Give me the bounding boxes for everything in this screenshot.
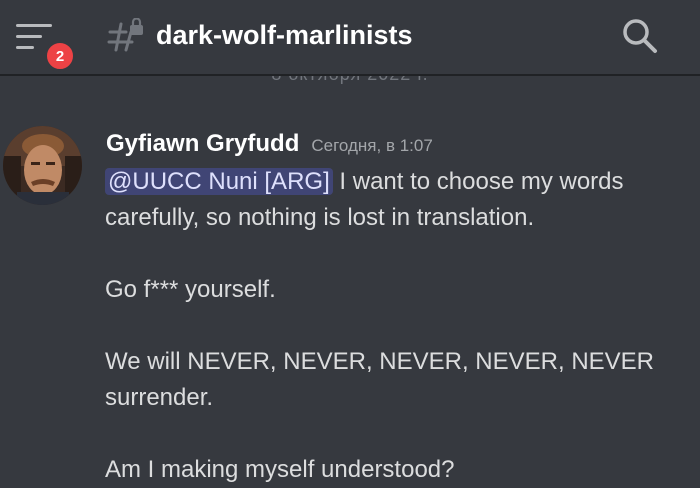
message-line-2: Go f*** yourself. bbox=[105, 276, 276, 303]
date-divider: 8 октября 2022 г. bbox=[0, 76, 700, 90]
top-bar: 2 dark-wolf-marlinists bbox=[0, 0, 700, 76]
user-mention[interactable]: @UUCC Nuni [ARG] bbox=[105, 168, 333, 195]
message-author[interactable]: Gyfiawn Gryfudd bbox=[106, 130, 299, 157]
message-line-4: Am I making myself understood? bbox=[105, 456, 455, 483]
message-header: Gyfiawn Gryfudd Сегодня, в 1:07 bbox=[106, 130, 433, 162]
locked-hashtag-icon bbox=[107, 18, 143, 52]
message-line-3: We will NEVER, NEVER, NEVER, NEVER, NEVE… bbox=[105, 348, 655, 411]
search-icon[interactable] bbox=[620, 16, 660, 56]
channel-name: dark-wolf-marlinists bbox=[156, 20, 413, 50]
message-timestamp: Сегодня, в 1:07 bbox=[311, 136, 433, 155]
menu-button[interactable]: 2 bbox=[16, 20, 76, 72]
date-divider-label: 8 октября 2022 г. bbox=[271, 76, 428, 84]
message-content: @UUCC Nuni [ARG] I want to choose my wor… bbox=[105, 164, 685, 488]
notification-badge: 2 bbox=[44, 40, 76, 72]
message-line-1: @UUCC Nuni [ARG] I want to choose my wor… bbox=[105, 164, 685, 236]
avatar[interactable] bbox=[3, 126, 82, 205]
avatar-image bbox=[3, 126, 82, 205]
